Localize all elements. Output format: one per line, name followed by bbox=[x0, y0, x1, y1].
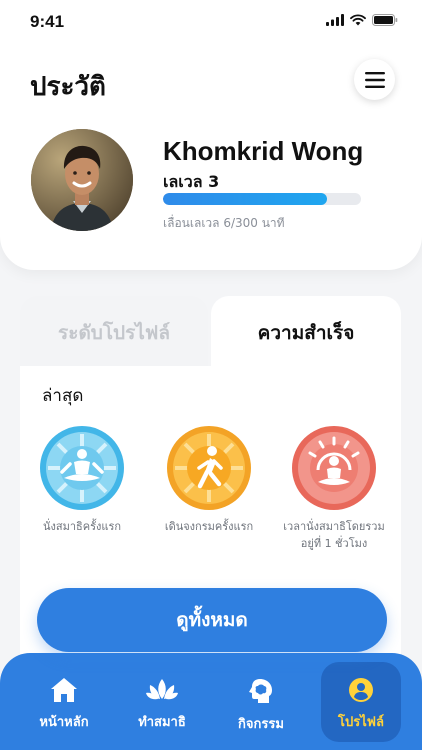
achievement-caption: เดินจงกรมครั้งแรก bbox=[164, 520, 254, 533]
nav-item-home[interactable]: หน้าหลัก bbox=[19, 653, 109, 750]
meditation-icon bbox=[41, 427, 123, 509]
tab-profile-level[interactable]: ระดับโปรไฟล์ bbox=[20, 296, 208, 370]
battery-icon bbox=[372, 14, 398, 26]
nav-label: กิจกรรม bbox=[238, 717, 284, 732]
avatar-photo bbox=[31, 129, 133, 231]
status-bar: 9:41 bbox=[0, 0, 422, 44]
home-icon bbox=[51, 678, 77, 702]
nav-label: หน้าหลัก bbox=[39, 715, 89, 730]
view-all-button[interactable]: ดูทั้งหมด bbox=[37, 588, 387, 652]
nav-label: โปรไฟล์ bbox=[338, 715, 384, 730]
level-progress-fill bbox=[163, 193, 328, 205]
hamburger-menu-icon bbox=[364, 71, 385, 88]
nav-item-activities[interactable]: กิจกรรม bbox=[216, 653, 306, 750]
meditation-sun-icon bbox=[293, 427, 375, 509]
level-progress-bar bbox=[163, 193, 361, 205]
head-brain-icon bbox=[249, 679, 272, 703]
achievement-caption: นั่งสมาธิครั้งแรก bbox=[42, 520, 122, 533]
signal-icon bbox=[326, 14, 344, 26]
user-name: Khomkrid Wong bbox=[163, 136, 364, 166]
achievement-badge-first-walking[interactable] bbox=[167, 426, 251, 510]
section-label-latest: ล่าสุด bbox=[42, 386, 84, 406]
achievement-badge-first-meditation[interactable] bbox=[40, 426, 124, 510]
level-progress-caption: เลื่อนเลเวล 6/300 นาที bbox=[163, 216, 285, 230]
user-icon bbox=[349, 678, 373, 702]
lotus-icon bbox=[146, 679, 178, 700]
achievement-caption-line2: อยู่ที่ 1 ชั่วโมง bbox=[300, 537, 368, 550]
achievement-badge-total-meditation[interactable] bbox=[292, 426, 376, 510]
nav-label: ทำสมาธิ bbox=[138, 715, 186, 730]
status-icons bbox=[326, 14, 398, 26]
status-time: 9:41 bbox=[30, 12, 65, 31]
achievement-caption: เวลานั่งสมาธิโดยรวม อยู่ที่ 1 ชั่วโมง bbox=[269, 518, 399, 552]
page-title: ประวัติ bbox=[30, 72, 106, 102]
avatar bbox=[31, 129, 133, 231]
achievement-caption-line1: เวลานั่งสมาธิโดยรวม bbox=[283, 520, 385, 533]
user-level: เลเวล 3 bbox=[163, 172, 220, 191]
wifi-icon bbox=[350, 14, 366, 26]
bottom-navigation: หน้าหลัก ทำสมาธิ กิจกรรม โปรไฟล์ bbox=[0, 653, 422, 750]
walking-icon bbox=[168, 427, 250, 509]
menu-button[interactable] bbox=[354, 59, 395, 100]
nav-item-meditate[interactable]: ทำสมาธิ bbox=[117, 653, 207, 750]
tab-achievements[interactable]: ความสำเร็จ bbox=[211, 296, 401, 370]
nav-item-profile[interactable]: โปรไฟล์ bbox=[321, 662, 401, 742]
